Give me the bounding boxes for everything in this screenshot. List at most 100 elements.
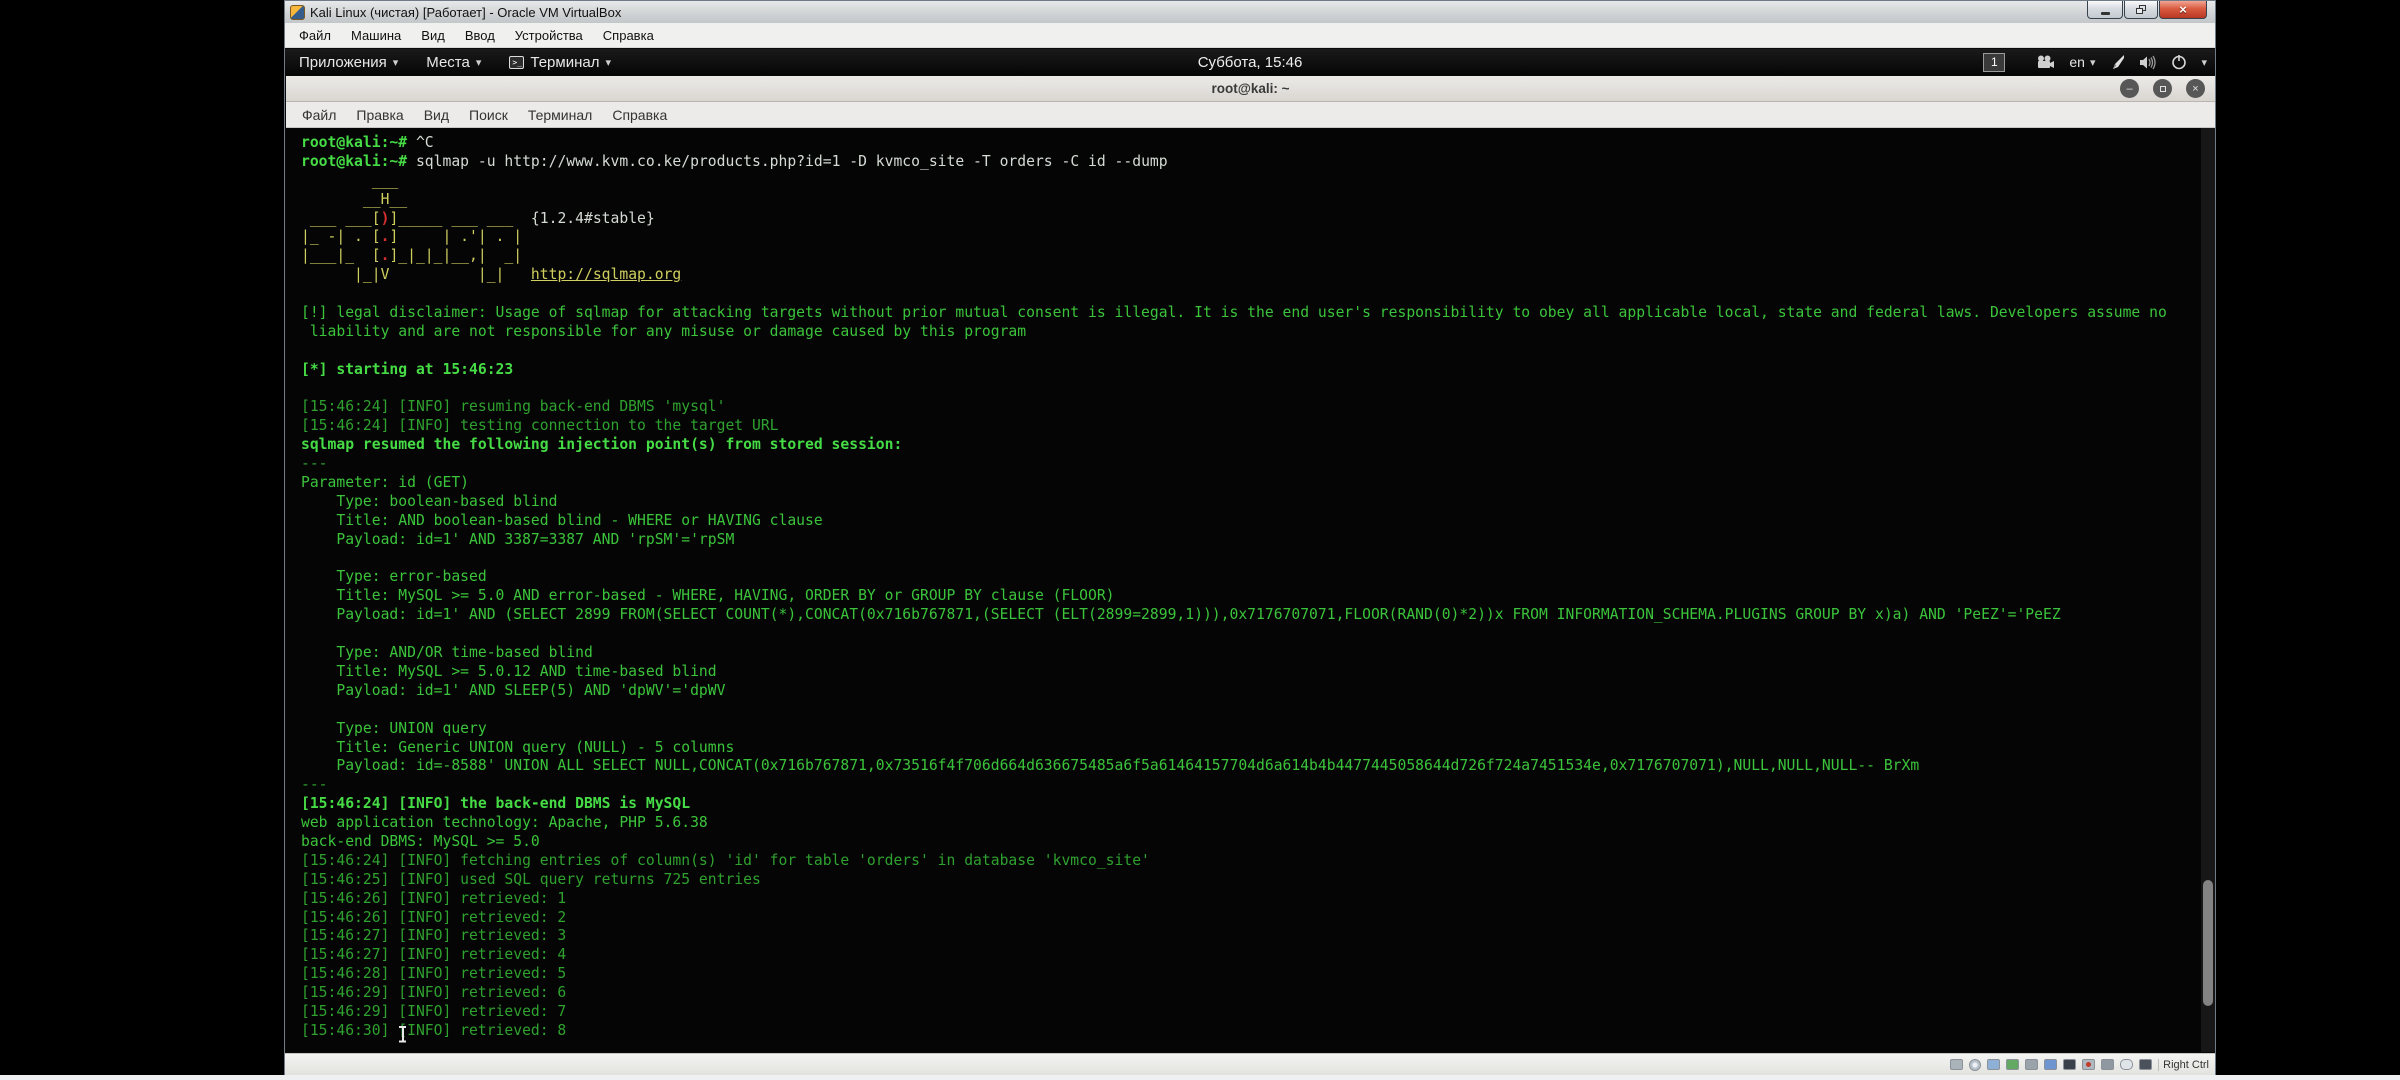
volume-icon[interactable] <box>2139 55 2157 70</box>
hard-disk-icon[interactable] <box>1950 1059 1963 1070</box>
terminal-line: Payload: id=1' AND SLEEP(5) AND 'dpWV'='… <box>301 682 2215 701</box>
terminal-line: [15:46:27] [INFO] retrieved: 4 <box>301 946 2215 965</box>
terminal-line: back-end DBMS: MySQL >= 5.0 <box>301 833 2215 852</box>
terminal-viewport[interactable]: root@kali:~# ^Croot@kali:~# sqlmap -u ht… <box>286 128 2215 1052</box>
terminal-title: root@kali: ~ <box>1211 81 1289 96</box>
places-menu[interactable]: Места ▾ <box>412 49 495 75</box>
terminal-line: Type: boolean-based blind <box>301 493 2215 512</box>
terminal-line: [15:46:26] [INFO] retrieved: 2 <box>301 909 2215 928</box>
terminal-window-controls: – × <box>2120 79 2205 98</box>
panel-clock[interactable]: Суббота, 15:46 <box>1198 54 1303 71</box>
terminal-line: [15:46:27] [INFO] retrieved: 3 <box>301 927 2215 946</box>
terminal-minimize-button[interactable]: – <box>2120 79 2139 98</box>
keyboard-layout-indicator[interactable]: en ▾ <box>2069 54 2095 70</box>
workspace-indicator[interactable]: 1 <box>1983 53 2005 72</box>
shared-folders-icon[interactable] <box>2044 1059 2057 1070</box>
terminal-line: liability and are not responsible for an… <box>301 323 2215 342</box>
terminal-line: --- <box>301 776 2215 795</box>
vbox-menu-item-2[interactable]: Вид <box>411 25 455 46</box>
caret-down-icon[interactable]: ▾ <box>2201 56 2207 69</box>
terminal-line: Payload: id=1' AND 3387=3387 AND 'rpSM'=… <box>301 531 2215 550</box>
panel-right-group: 1 en ▾ <box>1983 49 2207 75</box>
terminal-app-menu[interactable]: >_ Терминал ▾ <box>495 49 625 75</box>
vbox-menu-item-3[interactable]: Ввод <box>455 25 505 46</box>
features-icon[interactable] <box>2101 1059 2114 1070</box>
close-icon: × <box>2179 2 2187 17</box>
minimize-button[interactable] <box>2087 1 2123 19</box>
vm-screen: Приложения ▾ Места ▾ >_ Терминал ▾ Суббо… <box>285 48 2215 1053</box>
input-method-icon[interactable] <box>2109 55 2125 70</box>
network-icon[interactable] <box>2006 1059 2019 1070</box>
terminal-line: |_ -| . [.] | .'| . | <box>301 228 2215 247</box>
scrollbar-thumb[interactable] <box>2203 880 2213 1006</box>
minimize-icon: – <box>2126 83 2132 95</box>
terminal-titlebar[interactable]: root@kali: ~ – × <box>286 76 2215 102</box>
terminal-line <box>301 285 2215 304</box>
vbox-menu-item-0[interactable]: Файл <box>289 25 341 46</box>
virtualbox-app-icon <box>290 5 305 20</box>
terminal-line: [15:46:26] [INFO] retrieved: 1 <box>301 890 2215 909</box>
host-key-label: Right Ctrl <box>2158 1059 2209 1071</box>
terminal-line <box>301 342 2215 361</box>
terminal-line: sqlmap resumed the following injection p… <box>301 436 2215 455</box>
window-controls: × <box>2086 1 2207 19</box>
terminal-scrollbar[interactable] <box>2201 128 2215 1052</box>
caret-down-icon: ▾ <box>605 56 611 69</box>
terminal-maximize-button[interactable] <box>2153 79 2172 98</box>
terminal-menu-item-5[interactable]: Справка <box>602 104 677 126</box>
panel-left-group: Приложения ▾ Места ▾ >_ Терминал ▾ <box>285 49 625 75</box>
keyboard-icon[interactable] <box>2139 1059 2152 1070</box>
applications-label: Приложения <box>299 54 387 71</box>
virtualbox-window-title: Kali Linux (чистая) [Работает] - Oracle … <box>310 5 621 20</box>
usb-icon[interactable] <box>2025 1059 2038 1070</box>
kali-top-panel: Приложения ▾ Места ▾ >_ Терминал ▾ Суббо… <box>285 49 2215 75</box>
close-icon: × <box>2192 83 2198 95</box>
terminal-line: [15:46:29] [INFO] retrieved: 6 <box>301 984 2215 1003</box>
caret-down-icon: ▾ <box>2090 56 2096 69</box>
terminal-icon: >_ <box>509 56 524 69</box>
terminal-menu-item-4[interactable]: Терминал <box>518 104 602 126</box>
terminal-line: [15:46:24] [INFO] testing connection to … <box>301 417 2215 436</box>
terminal-line: root@kali:~# ^C <box>301 134 2215 153</box>
close-button[interactable]: × <box>2159 1 2207 19</box>
virtualbox-window: Kali Linux (чистая) [Работает] - Oracle … <box>284 0 2216 1075</box>
minimize-icon <box>2101 12 2110 15</box>
terminal-menu-item-1[interactable]: Правка <box>346 104 413 126</box>
host-taskbar-edge <box>0 1075 2400 1080</box>
terminal-menu-label: Терминал <box>530 54 599 71</box>
applications-menu[interactable]: Приложения ▾ <box>285 49 412 75</box>
virtualbox-titlebar[interactable]: Kali Linux (чистая) [Работает] - Oracle … <box>285 1 2215 23</box>
terminal-line: [15:46:24] [INFO] resuming back-end DBMS… <box>301 398 2215 417</box>
terminal-line: [15:46:24] [INFO] the back-end DBMS is M… <box>301 795 2215 814</box>
display-icon[interactable] <box>2063 1059 2076 1070</box>
audio-icon[interactable] <box>1987 1059 2000 1070</box>
power-icon[interactable] <box>2171 54 2187 70</box>
terminal-line <box>301 550 2215 569</box>
terminal-menu-item-0[interactable]: Файл <box>292 104 346 126</box>
terminal-menu-item-2[interactable]: Вид <box>414 104 459 126</box>
keyboard-layout-label: en <box>2069 54 2085 70</box>
terminal-line <box>301 625 2215 644</box>
virtualbox-menubar: ФайлМашинаВидВводУстройстваСправка <box>285 23 2215 48</box>
optical-disk-icon[interactable] <box>1969 1059 1981 1071</box>
terminal-close-button[interactable]: × <box>2186 79 2205 98</box>
mouse-icon[interactable] <box>2120 1059 2133 1070</box>
restore-button[interactable] <box>2124 1 2158 19</box>
terminal-line: Title: AND boolean-based blind - WHERE o… <box>301 512 2215 531</box>
terminal-line: __H__ <box>301 191 2215 210</box>
terminal-line: [*] starting at 15:46:23 <box>301 361 2215 380</box>
terminal-window: root@kali: ~ – × ФайлПравкаВидПоискТерми <box>286 76 2215 1052</box>
vbox-menu-item-1[interactable]: Машина <box>341 25 411 46</box>
terminal-menu-item-3[interactable]: Поиск <box>459 104 518 126</box>
vbox-menu-item-4[interactable]: Устройства <box>505 25 593 46</box>
video-capture-icon[interactable] <box>2082 1059 2095 1070</box>
vbox-menu-item-5[interactable]: Справка <box>593 25 664 46</box>
screencast-icon[interactable] <box>2037 55 2055 69</box>
terminal-line: [15:46:30] [INFO] retrieved: 8 <box>301 1022 2215 1041</box>
terminal-menubar: ФайлПравкаВидПоискТерминалСправка <box>286 102 2215 128</box>
host-desktop: Kali Linux (чистая) [Работает] - Oracle … <box>0 0 2400 1080</box>
text-cursor-pointer <box>398 1026 407 1042</box>
terminal-line: Payload: id=-8588' UNION ALL SELECT NULL… <box>301 757 2215 776</box>
terminal-line: --- <box>301 455 2215 474</box>
caret-down-icon: ▾ <box>393 56 399 69</box>
